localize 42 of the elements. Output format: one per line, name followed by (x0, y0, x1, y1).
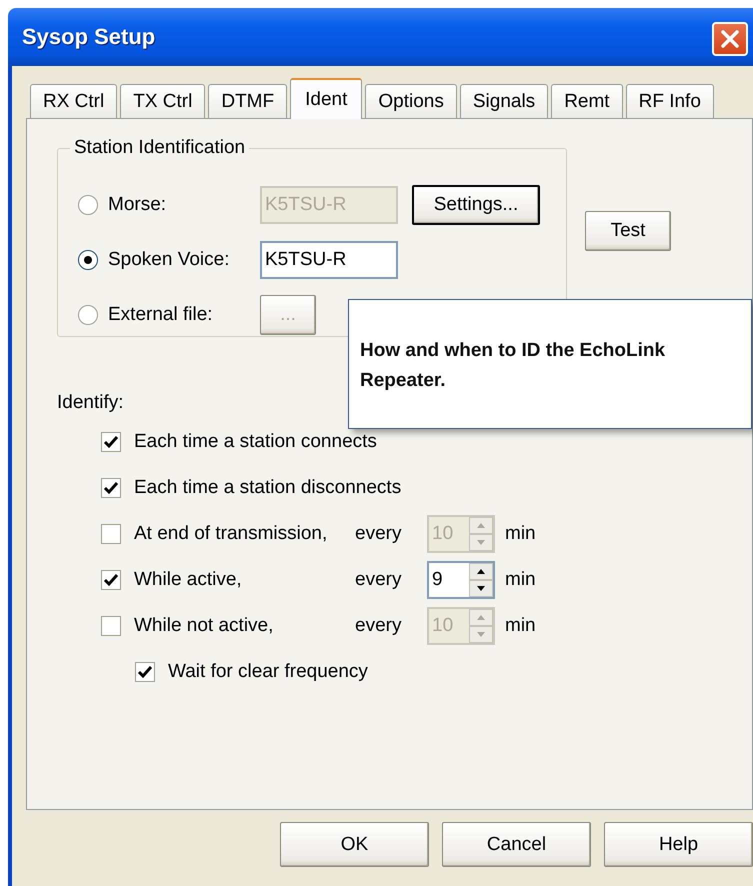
radio-label: External file: (107, 304, 214, 326)
dialog-button[interactable]: OK (280, 822, 429, 867)
tab[interactable]: RF Info (626, 84, 714, 118)
close-button[interactable] (712, 22, 748, 56)
tab[interactable]: Options (365, 84, 457, 118)
every-label: every (355, 569, 402, 591)
tab[interactable]: Remt (551, 84, 623, 118)
section-label: Identify: (57, 392, 124, 414)
up-arrow-icon[interactable] (477, 569, 485, 574)
checkbox-label: While not active, (133, 615, 274, 637)
tab[interactable]: Signals (460, 84, 548, 118)
text-field[interactable]: K5TSU-R (260, 240, 398, 278)
checkbox[interactable] (101, 570, 121, 590)
unit-label: min (504, 615, 536, 637)
down-arrow-icon[interactable] (477, 586, 485, 591)
checkbox-label: Wait for clear frequency (167, 661, 368, 683)
test-button[interactable]: Test (585, 211, 671, 251)
group-title: Station Identification (73, 137, 246, 159)
unit-label: min (504, 523, 536, 545)
checkbox-label: At end of transmission, (133, 523, 328, 545)
window-title: Sysop Setup (22, 24, 156, 50)
tab[interactable]: Ident (290, 78, 362, 119)
dialog-button[interactable]: Cancel (442, 822, 591, 867)
radio-label: Morse: (107, 194, 168, 216)
tooltip: How and when to ID the EchoLink Repeater. (348, 299, 752, 429)
dialog-button[interactable]: Help (604, 822, 753, 867)
radio-button[interactable] (78, 250, 98, 270)
tab[interactable]: DTMF (208, 84, 288, 118)
close-icon (719, 28, 741, 50)
every-label: every (355, 523, 402, 545)
tab[interactable]: RX Ctrl (30, 84, 118, 118)
checkbox-label: While active, (133, 569, 243, 591)
spin-field[interactable]: 9 (427, 561, 495, 599)
radio-label: Spoken Voice: (107, 248, 230, 270)
checkbox[interactable] (101, 432, 121, 452)
every-label: every (355, 615, 402, 637)
checkbox-label: Each time a station connects (133, 431, 377, 453)
checkbox[interactable] (135, 662, 155, 682)
tab[interactable]: TX Ctrl (120, 84, 206, 118)
unit-label: min (504, 569, 536, 591)
checkbox[interactable] (101, 478, 121, 498)
checkbox-label: Each time a station disconnects (133, 477, 402, 499)
